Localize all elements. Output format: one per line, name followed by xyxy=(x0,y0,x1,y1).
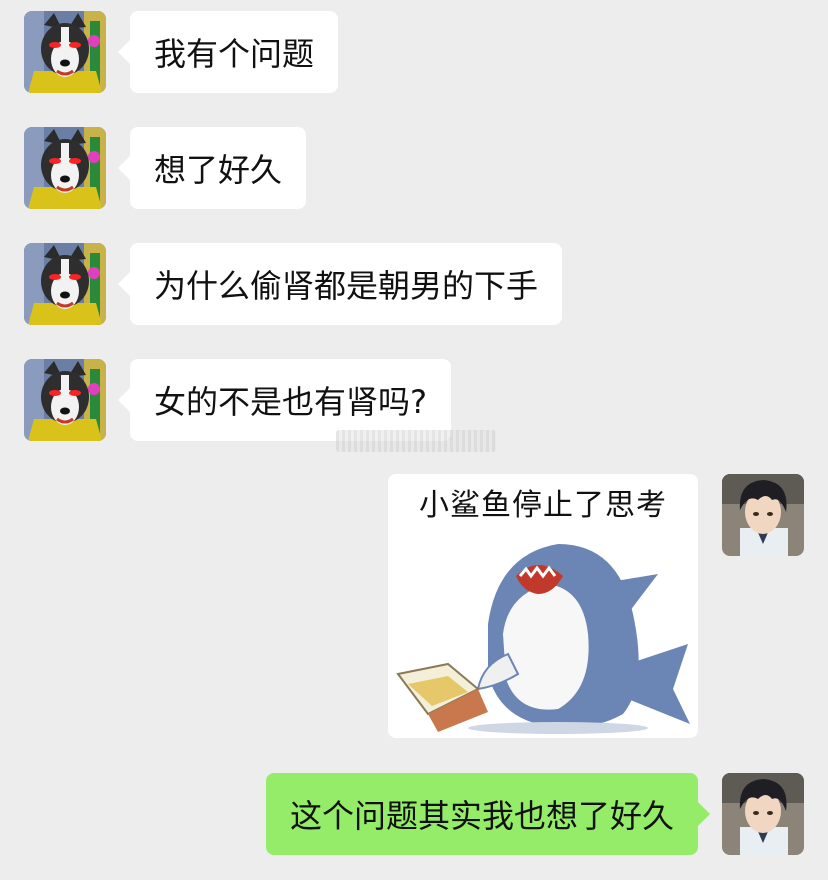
husky-avatar-icon xyxy=(24,11,106,93)
anime-boy-avatar-icon xyxy=(722,773,804,855)
incoming-message-bubble[interactable]: 我有个问题 xyxy=(117,11,339,93)
incoming-message-bubble[interactable]: 女的不是也有肾吗? xyxy=(118,359,451,441)
husky-avatar-icon xyxy=(24,359,106,441)
sender-avatar[interactable] xyxy=(24,359,106,441)
my-avatar[interactable] xyxy=(722,474,804,556)
sender-avatar[interactable] xyxy=(24,243,106,325)
husky-avatar-icon xyxy=(24,243,106,325)
sticker-message[interactable]: 小鲨鱼停止了思考 xyxy=(388,474,698,738)
husky-avatar-icon xyxy=(24,127,106,209)
outgoing-message-bubble[interactable]: 这个问题其实我也想了好久 xyxy=(265,773,711,855)
anime-boy-avatar-icon xyxy=(722,474,804,556)
incoming-message-bubble[interactable]: 想了好久 xyxy=(117,127,307,209)
incoming-message-bubble[interactable]: 为什么偷肾都是朝男的下手 xyxy=(117,243,563,325)
sender-avatar[interactable] xyxy=(24,11,106,93)
sender-avatar[interactable] xyxy=(24,127,106,209)
my-avatar[interactable] xyxy=(722,773,804,855)
shark-sticker-icon xyxy=(396,544,690,734)
watermark xyxy=(336,430,496,452)
